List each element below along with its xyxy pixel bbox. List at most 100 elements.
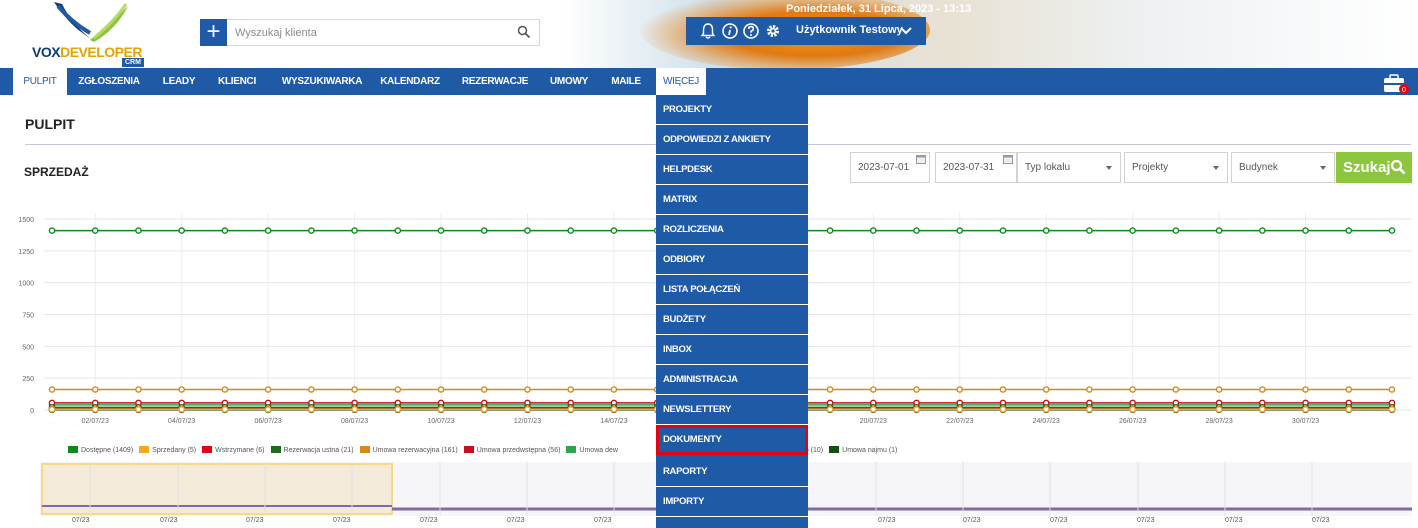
series-point xyxy=(1215,386,1223,393)
series-point xyxy=(1302,227,1309,234)
series-point xyxy=(1345,386,1353,393)
x-tick-label: 24/07/23 xyxy=(1033,418,1060,425)
gear-icon[interactable] xyxy=(764,22,782,40)
series-point xyxy=(1302,386,1309,393)
legend-item[interactable]: Dostępne (1409) xyxy=(68,446,133,454)
legend-swatch xyxy=(202,446,213,453)
nav-item-leady[interactable]: LEADY xyxy=(157,68,201,95)
series-point xyxy=(308,386,315,393)
nav-item-klienci[interactable]: KLIENCI xyxy=(212,68,262,95)
search-icon[interactable] xyxy=(517,25,531,39)
legend-item[interactable]: Umowa najmu (1) xyxy=(829,446,897,454)
menu-item-inbox[interactable]: INBOX xyxy=(656,335,808,365)
legend-label: Umowa przedwstępna (56) xyxy=(476,447,561,454)
menu-item-newslettery[interactable]: NEWSLETTERY xyxy=(656,395,808,425)
legend-item[interactable]: Umowa rezerwacyjna (161) xyxy=(359,446,458,454)
help-icon[interactable] xyxy=(742,22,760,40)
nav-item-wyszukiwarka[interactable]: WYSZUKIWARKA xyxy=(275,68,369,95)
date-to-field[interactable]: 2023-07-31 xyxy=(935,152,1017,183)
briefcase-icon[interactable]: 0 xyxy=(1383,73,1411,95)
navigator-label: 07/23 xyxy=(507,517,525,524)
series-point xyxy=(1345,406,1353,413)
briefcase-badge: 0 xyxy=(1402,87,1406,94)
series-point xyxy=(567,386,575,393)
series-point xyxy=(437,406,445,413)
menu-item-budzety[interactable]: BUDŻETY xyxy=(656,305,808,335)
legend-label: Umowa dew xyxy=(579,447,618,454)
menu-item-raporty[interactable]: RAPORTY xyxy=(656,457,808,487)
series-point xyxy=(869,227,877,234)
client-search-input[interactable] xyxy=(227,20,507,45)
legend-item[interactable]: Sprzedany (5) xyxy=(139,446,196,454)
x-tick-label: 30/07/23 xyxy=(1292,418,1319,425)
menu-item-importy[interactable]: IMPORTY xyxy=(656,487,808,517)
navigator-label: 07/23 xyxy=(1312,517,1330,524)
nav-item-wiecej[interactable]: WIĘCEJ xyxy=(656,68,706,95)
legend-label: Sprzedany (5) xyxy=(152,447,197,454)
series-point xyxy=(1042,406,1050,413)
x-tick-label: 26/07/23 xyxy=(1119,418,1146,425)
menu-item-rozliczenia[interactable]: ROZLICZENIA xyxy=(656,215,808,245)
series-point xyxy=(1086,406,1093,413)
navigator-label: 07/23 xyxy=(878,517,896,524)
series-point xyxy=(264,386,272,393)
menu-item-projekty[interactable]: PROJEKTY xyxy=(656,95,808,125)
bell-icon[interactable] xyxy=(699,22,717,40)
y-tick-label: 750 xyxy=(22,313,34,320)
series-point xyxy=(1086,227,1093,234)
menu-item-administracja[interactable]: ADMINISTRACJA xyxy=(656,365,808,395)
nav-item-zgloszenia[interactable]: ZGŁOSZENIA xyxy=(70,68,148,95)
building-select[interactable]: Budynek xyxy=(1231,152,1335,183)
series-point xyxy=(1042,227,1050,234)
search-button[interactable]: Szukaj xyxy=(1336,152,1412,183)
calendar-icon[interactable] xyxy=(1003,155,1013,164)
menu-item-odbiory[interactable]: ODBIORY xyxy=(656,245,808,275)
search-icon xyxy=(1390,159,1406,175)
series-point xyxy=(956,227,964,234)
series-point xyxy=(394,406,402,413)
legend-item[interactable]: Rezerwacja ustna (21) xyxy=(270,446,354,454)
menu-item-dokumenty[interactable]: DOKUMENTY xyxy=(656,425,808,455)
user-name[interactable]: Użytkownik Testowy xyxy=(796,24,903,36)
x-tick-label: 04/07/23 xyxy=(168,418,195,425)
x-tick-label: 10/07/23 xyxy=(427,418,454,425)
nav-item-rezerwacje[interactable]: REZERWACJE xyxy=(455,68,535,95)
nav-item-maile[interactable]: MAILE xyxy=(604,68,648,95)
series-point xyxy=(1042,386,1050,393)
series-point xyxy=(91,406,99,413)
add-client-button[interactable]: + xyxy=(200,19,227,46)
nav-item-kalendarz[interactable]: KALENDARZ xyxy=(375,68,445,95)
projects-select[interactable]: Projekty xyxy=(1124,152,1228,183)
series-point xyxy=(351,227,358,234)
series-point xyxy=(1215,406,1223,413)
legend-item[interactable]: Umowa przedwstępna (56) xyxy=(463,446,561,454)
info-icon[interactable] xyxy=(721,22,739,40)
navigator-label: 07/23 xyxy=(246,517,264,524)
navigator-label: 07/23 xyxy=(963,517,981,524)
legend-item[interactable]: Wstrzymane (6) xyxy=(202,446,265,454)
nav-item-pulpit[interactable]: PULPIT xyxy=(13,68,67,95)
menu-item-matrix[interactable]: MATRIX xyxy=(656,185,808,215)
search-button-label: Szukaj xyxy=(1343,159,1391,176)
menu-item-odpowiedzi[interactable]: ODPOWIEDZI Z ANKIETY xyxy=(656,125,808,155)
menu-item-helpdesk[interactable]: HELPDESK xyxy=(656,155,808,185)
series-point xyxy=(869,386,877,393)
series-point xyxy=(826,406,834,413)
series-point xyxy=(567,227,575,234)
series-point xyxy=(91,386,99,393)
legend-label: Dostępne (1409) xyxy=(81,447,134,454)
type-select[interactable]: Typ lokalu xyxy=(1017,152,1121,183)
legend-item[interactable]: Umowa dew xyxy=(566,446,618,454)
date-from-value: 2023-07-01 xyxy=(858,162,910,173)
nav-item-umowy[interactable]: UMOWY xyxy=(545,68,593,95)
chevron-down-icon[interactable] xyxy=(900,26,912,36)
legend-swatch xyxy=(359,446,370,453)
calendar-icon[interactable] xyxy=(916,155,926,164)
series-point xyxy=(524,227,531,234)
series-point xyxy=(913,406,920,413)
date-from-field[interactable]: 2023-07-01 xyxy=(850,152,930,183)
series-point xyxy=(1129,386,1136,393)
navigator-label: 07/23 xyxy=(594,517,612,524)
navigator-label: 07/23 xyxy=(72,517,90,524)
menu-item-lista-polaczen[interactable]: LISTA POŁĄCZEŃ xyxy=(656,275,808,305)
